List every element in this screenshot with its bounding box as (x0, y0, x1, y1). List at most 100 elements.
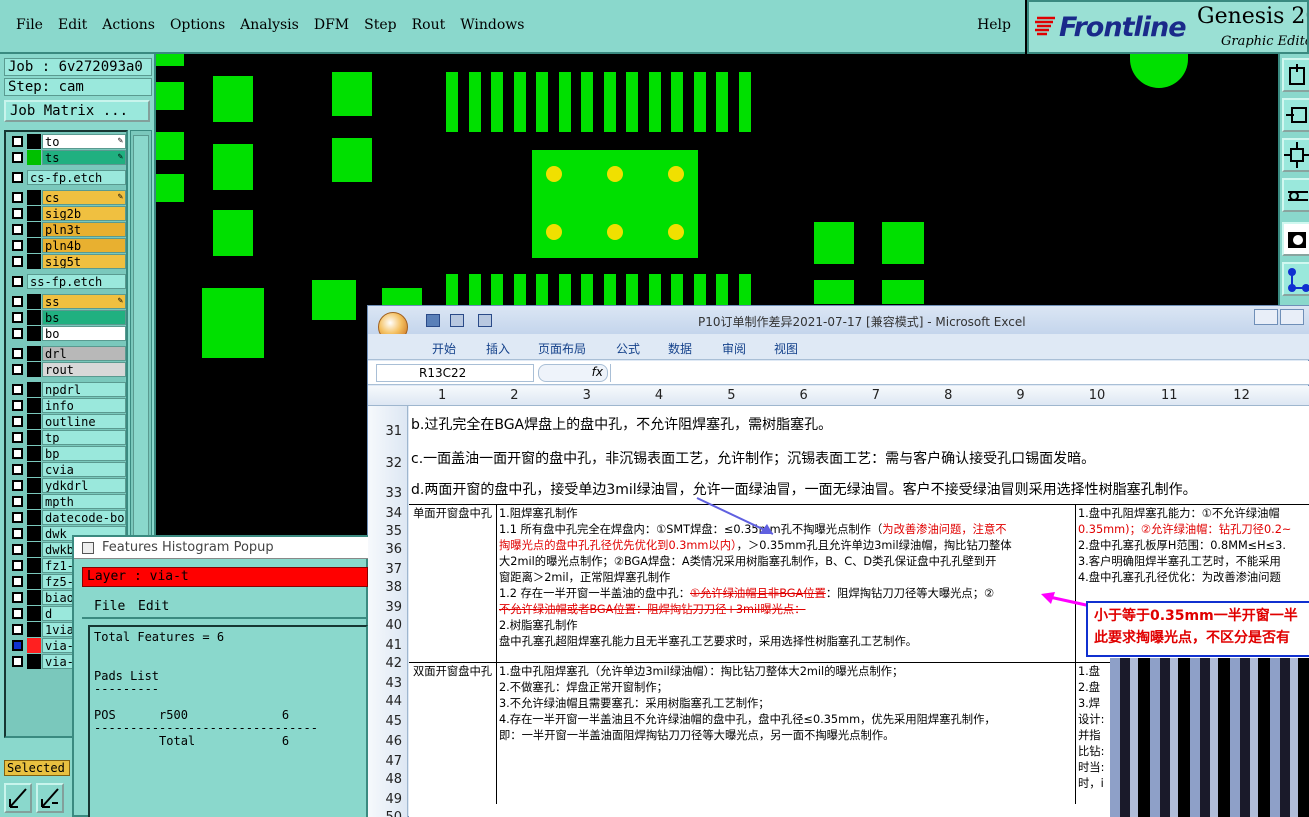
layer-checkbox[interactable] (12, 328, 23, 339)
row-header[interactable]: 36 (368, 542, 402, 557)
ribbon-tab[interactable]: 数据 (668, 340, 692, 357)
column-header[interactable]: 7 (872, 388, 880, 403)
layer-row[interactable]: bs (8, 310, 126, 325)
job-matrix-button[interactable]: Job Matrix ... (4, 100, 150, 122)
layer-checkbox[interactable] (12, 656, 23, 667)
ribbon-tab[interactable]: 视图 (774, 340, 798, 357)
layer-name[interactable]: ydkdrl (42, 478, 126, 493)
layer-row[interactable]: ss ✎ (8, 294, 126, 309)
menu-rout[interactable]: Rout (412, 17, 446, 33)
layer-name[interactable]: ss-fp.etch (27, 274, 126, 289)
layer-checkbox[interactable] (12, 312, 23, 323)
column-header[interactable]: 11 (1161, 388, 1178, 403)
layer-name[interactable]: sig2b (42, 206, 126, 221)
layer-name[interactable]: outline (42, 414, 126, 429)
row-header[interactable]: 41 (368, 638, 402, 653)
column-header[interactable]: 10 (1089, 388, 1106, 403)
column-header[interactable]: 3 (583, 388, 591, 403)
layer-checkbox[interactable] (12, 496, 23, 507)
layer-name[interactable]: ss ✎ (42, 294, 126, 309)
layer-name[interactable]: bs (42, 310, 126, 325)
layer-row[interactable]: tp (8, 430, 126, 445)
ribbon-tab[interactable]: 插入 (486, 340, 510, 357)
layer-name[interactable]: pln4b (42, 238, 126, 253)
undo-icon[interactable] (450, 314, 464, 327)
layer-row[interactable]: ts ✎ (8, 150, 126, 165)
layer-checkbox[interactable] (12, 576, 23, 587)
row-header[interactable]: 37 (368, 562, 402, 577)
layer-row[interactable]: to ✎ (8, 134, 126, 149)
column-header[interactable]: 5 (727, 388, 735, 403)
save-icon[interactable] (426, 314, 440, 327)
layer-checkbox[interactable] (12, 348, 23, 359)
row-header[interactable]: 44 (368, 694, 402, 709)
layer-name[interactable]: datecode-bo (42, 510, 126, 525)
row-header[interactable]: 38 (368, 580, 402, 595)
minimize-button[interactable] (1254, 309, 1278, 325)
snap-button[interactable] (1282, 178, 1309, 212)
menu-dfm[interactable]: DFM (314, 17, 349, 33)
layer-row[interactable]: sig5t (8, 254, 126, 269)
redo-icon[interactable] (478, 314, 492, 327)
column-header[interactable]: 1 (438, 388, 446, 403)
diagonal-arrow-tool-button[interactable] (4, 783, 32, 813)
column-header[interactable]: 9 (1016, 388, 1024, 403)
layer-checkbox[interactable] (12, 136, 23, 147)
layer-checkbox[interactable] (12, 296, 23, 307)
layer-row[interactable]: bo (8, 326, 126, 341)
row-header[interactable]: 47 (368, 754, 402, 769)
layer-checkbox[interactable] (12, 384, 23, 395)
row-header[interactable]: 35 (368, 524, 402, 539)
layer-name[interactable]: npdrl (42, 382, 126, 397)
layer-checkbox[interactable] (12, 544, 23, 555)
column-header[interactable]: 4 (655, 388, 663, 403)
layer-checkbox[interactable] (12, 364, 23, 375)
menu-file[interactable]: File (16, 17, 43, 33)
layer-checkbox[interactable] (12, 224, 23, 235)
layer-checkbox[interactable] (12, 480, 23, 491)
menu-windows[interactable]: Windows (460, 17, 524, 33)
layer-checkbox[interactable] (12, 528, 23, 539)
layer-row[interactable]: pln3t (8, 222, 126, 237)
layer-name[interactable]: tp (42, 430, 126, 445)
layer-checkbox[interactable] (12, 640, 23, 651)
layer-checkbox[interactable] (12, 624, 23, 635)
layer-checkbox[interactable] (12, 448, 23, 459)
display-mode-button[interactable] (1282, 222, 1309, 256)
layer-row[interactable]: cvia (8, 462, 126, 477)
layer-row[interactable]: pln4b (8, 238, 126, 253)
layer-row[interactable]: mpth (8, 494, 126, 509)
layer-row[interactable]: cs-fp.etch (8, 170, 126, 185)
layer-row[interactable]: npdrl (8, 382, 126, 397)
layer-name[interactable]: cs ✎ (42, 190, 126, 205)
layer-checkbox[interactable] (12, 560, 23, 571)
layer-checkbox[interactable] (12, 416, 23, 427)
ribbon-tab[interactable]: 开始 (432, 340, 456, 357)
row-header[interactable]: 40 (368, 618, 402, 633)
layer-row[interactable]: outline (8, 414, 126, 429)
row-header[interactable]: 31 (368, 424, 402, 439)
row-header[interactable]: 42 (368, 656, 402, 671)
layer-name[interactable]: to ✎ (42, 134, 126, 149)
menu-help[interactable]: Help (977, 17, 1011, 33)
ribbon-tab[interactable]: 页面布局 (538, 340, 586, 357)
row-header[interactable]: 50 (368, 810, 402, 817)
row-header[interactable]: 33 (368, 486, 402, 501)
layer-row[interactable]: cs ✎ (8, 190, 126, 205)
layer-checkbox[interactable] (12, 276, 23, 287)
menu-edit[interactable]: Edit (58, 17, 87, 33)
menu-step[interactable]: Step (364, 17, 396, 33)
layer-checkbox[interactable] (12, 256, 23, 267)
column-header[interactable]: 6 (800, 388, 808, 403)
row-header[interactable]: 49 (368, 792, 402, 807)
layer-checkbox[interactable] (12, 608, 23, 619)
row-header[interactable]: 45 (368, 714, 402, 729)
layer-name[interactable]: pln3t (42, 222, 126, 237)
layer-checkbox[interactable] (12, 240, 23, 251)
ribbon-tab[interactable]: 公式 (616, 340, 640, 357)
layer-row[interactable]: info (8, 398, 126, 413)
layer-checkbox[interactable] (12, 152, 23, 163)
formula-input[interactable] (610, 364, 1309, 382)
layer-row[interactable]: ss-fp.etch (8, 274, 126, 289)
layer-name[interactable]: cs-fp.etch (27, 170, 126, 185)
